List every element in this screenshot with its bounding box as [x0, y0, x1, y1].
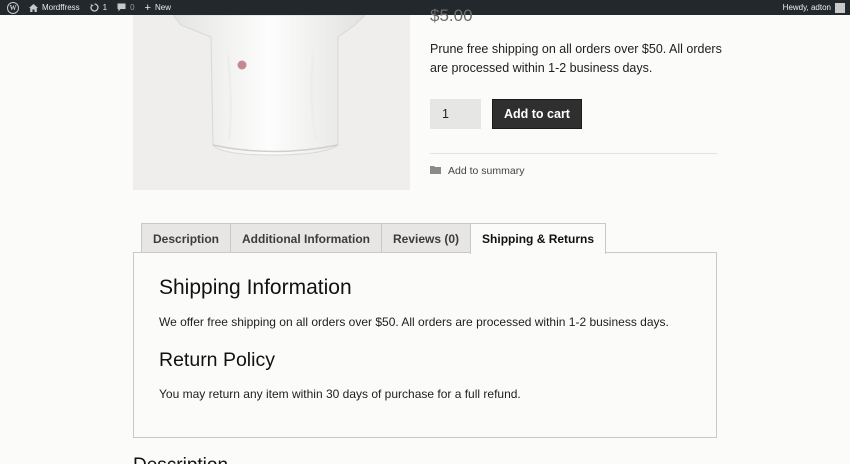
home-icon — [29, 3, 38, 12]
quantity-input[interactable] — [430, 99, 481, 129]
comment-icon — [117, 3, 126, 12]
updates-count: 1 — [102, 3, 108, 12]
add-to-cart-button[interactable]: Add to cart — [492, 99, 582, 129]
comments-count: 0 — [130, 3, 135, 12]
comments-menu[interactable]: 0 — [112, 0, 139, 15]
tab-description[interactable]: Description — [141, 223, 232, 253]
tab-shipping-returns[interactable]: Shipping & Returns — [470, 223, 607, 254]
new-label: New — [154, 3, 171, 12]
product-shipping-note: Prune free shipping on all orders over $… — [430, 42, 722, 75]
shipping-heading: Shipping Information — [159, 276, 352, 299]
updates-menu[interactable]: 1 — [85, 0, 112, 15]
admin-bar: W Mordffress 1 0 + New Hewdy, adton — [0, 0, 850, 15]
folder-icon — [430, 165, 441, 177]
tab-additional-information[interactable]: Additional Information — [230, 223, 383, 253]
wordpress-logo-icon: W — [7, 1, 19, 14]
new-content-menu[interactable]: + New — [140, 0, 176, 15]
account-menu[interactable]: Hewdy, adton — [782, 2, 850, 13]
wordpress-logo-menu[interactable]: W — [0, 0, 24, 15]
account-greeting: Hewdy, adton — [782, 3, 831, 12]
return-text: You may return any item within 30 days o… — [159, 387, 521, 401]
product-image[interactable] — [133, 15, 410, 190]
tab-reviews[interactable]: Reviews (0) — [381, 223, 472, 253]
avatar — [835, 2, 845, 13]
product-tabs: Description Additional Information Revie… — [141, 223, 607, 254]
tshirt-image-icon — [172, 15, 366, 156]
tab-panel-shipping-returns: Shipping Information We offer free shipp… — [133, 252, 717, 438]
site-name-menu[interactable]: Mordffress — [24, 0, 85, 15]
description-heading: Description — [133, 455, 228, 464]
plus-icon: + — [144, 1, 151, 14]
product-category: Add to summary — [430, 165, 524, 177]
shipping-text: We offer free shipping on all orders ove… — [159, 315, 669, 329]
category-link[interactable]: Add to summary — [448, 165, 524, 177]
summary-divider — [430, 153, 717, 154]
product-price: $5.00 — [430, 6, 473, 25]
refresh-icon — [89, 3, 99, 12]
return-heading: Return Policy — [159, 349, 275, 371]
site-name-label: Mordffress — [42, 3, 80, 12]
